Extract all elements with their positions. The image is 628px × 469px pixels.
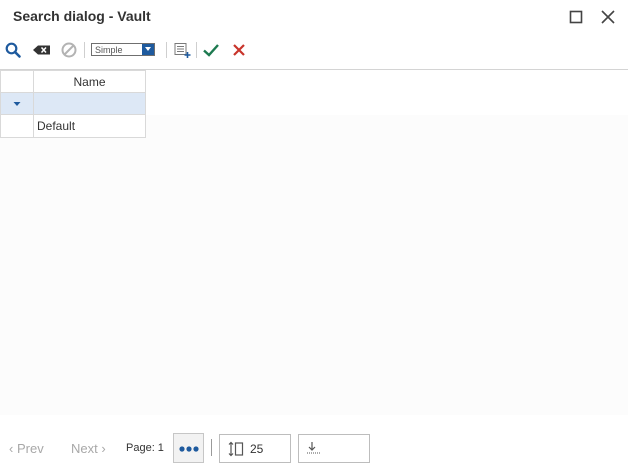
more-dots-icon [178, 446, 199, 452]
column-header-name[interactable]: Name [33, 70, 146, 93]
pager-separator [211, 439, 212, 456]
name-cell[interactable]: Default [33, 114, 146, 138]
page-size-box[interactable]: 25 [219, 434, 291, 463]
chevron-down-icon [145, 47, 151, 51]
dialog-title: Search dialog - Vault [13, 8, 151, 24]
search-mode-value: Simple [95, 45, 123, 55]
name-filter-cell[interactable] [33, 92, 146, 115]
next-label: Next [71, 441, 98, 456]
toolbar-separator [166, 42, 167, 58]
selector-column-header [0, 70, 34, 93]
download-icon [307, 442, 321, 454]
next-page-link[interactable]: Next › [71, 441, 106, 456]
search-button[interactable] [3, 40, 23, 60]
maximize-icon [569, 10, 583, 24]
title-bar: Search dialog - Vault [0, 0, 628, 34]
confirm-button[interactable] [201, 40, 221, 60]
close-button[interactable] [599, 8, 617, 26]
clear-search-button[interactable] [31, 40, 51, 60]
results-grid: Name Default [0, 70, 146, 138]
x-icon [233, 44, 245, 56]
search-mode-select[interactable]: Simple [91, 43, 155, 56]
chevron-right-icon: › [101, 441, 106, 456]
maximize-button[interactable] [567, 8, 585, 26]
results-area [0, 115, 628, 415]
list-settings-icon [174, 43, 191, 58]
prev-page-link[interactable]: ‹ Prev [9, 441, 44, 456]
block-icon [61, 42, 77, 58]
more-pages-button[interactable] [173, 433, 204, 463]
column-chooser-button[interactable] [172, 40, 192, 60]
toolbar-separator [196, 42, 197, 58]
dropdown-arrow [142, 44, 154, 55]
page-size-icon [228, 441, 244, 457]
prev-label: Prev [16, 441, 44, 456]
filter-dropdown-icon [13, 101, 21, 106]
grid-header-row: Name [0, 70, 146, 93]
filter-row [0, 92, 146, 115]
cancel-button[interactable] [229, 40, 249, 60]
close-icon [601, 10, 615, 24]
table-row[interactable]: Default [0, 114, 146, 138]
check-icon [203, 44, 219, 57]
disable-filter-button[interactable] [59, 40, 79, 60]
page-size-value: 25 [250, 442, 264, 456]
row-selector[interactable] [0, 114, 34, 138]
filter-row-selector[interactable] [0, 92, 34, 115]
pager: ‹ Prev Next › Page: 1 25 [0, 432, 628, 464]
export-button[interactable] [298, 434, 370, 463]
page-indicator: Page: 1 [126, 442, 164, 454]
clear-filter-icon [33, 45, 50, 55]
search-icon [5, 42, 21, 58]
chevron-left-icon: ‹ [9, 441, 14, 456]
toolbar-separator [84, 42, 85, 58]
